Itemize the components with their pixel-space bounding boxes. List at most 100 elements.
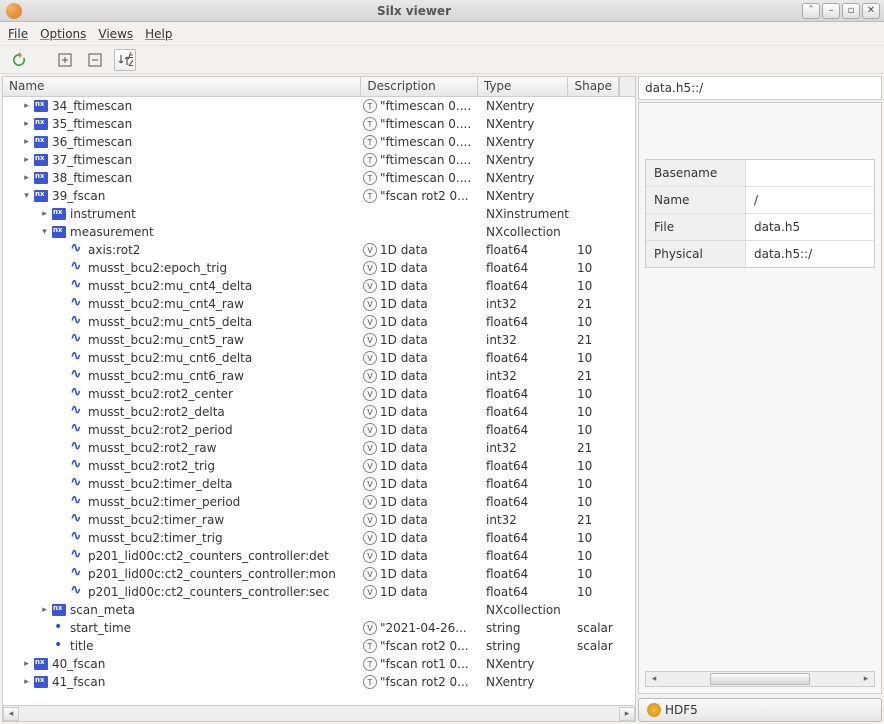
tree-row[interactable]: ▸37_ftimescanT"ftimescan 0....NXentry (3, 151, 635, 169)
hdf5-button[interactable]: HDF5 (638, 698, 882, 722)
type-text: NXentry (480, 675, 571, 689)
tree-row[interactable]: musst_bcu2:timer_deltaV1D datafloat6410 (3, 475, 635, 493)
dataset-icon (70, 550, 84, 562)
scroll-right-icon[interactable]: ▸ (619, 707, 635, 721)
tree-row[interactable]: axis:rot2V1D datafloat6410 (3, 241, 635, 259)
dataset-icon (70, 352, 84, 364)
tree-row[interactable]: musst_bcu2:epoch_trigV1D datafloat6410 (3, 259, 635, 277)
tree-row[interactable]: titleT"fscan rot2 0...stringscalar (3, 637, 635, 655)
collapse-all-button[interactable] (84, 49, 106, 71)
type-text: int32 (480, 369, 571, 383)
info-value: / (746, 187, 874, 213)
info-key: File (646, 214, 746, 240)
info-hscroll[interactable]: ◂ ▸ (645, 671, 875, 687)
tree-row[interactable]: musst_bcu2:rot2_periodV1D datafloat6410 (3, 421, 635, 439)
menu-views[interactable]: Views (98, 27, 133, 41)
expand-all-button[interactable] (54, 49, 76, 71)
menu-help[interactable]: Help (145, 27, 172, 41)
node-label: musst_bcu2:rot2_period (88, 423, 233, 437)
sort-button[interactable]: AZ (114, 49, 136, 71)
tree-row[interactable]: musst_bcu2:mu_cnt4_deltaV1D datafloat641… (3, 277, 635, 295)
type-text: NXentry (480, 657, 571, 671)
node-label: start_time (70, 621, 131, 635)
tree-hscroll[interactable]: ◂ ▸ (3, 705, 635, 721)
tree-row[interactable]: musst_bcu2:mu_cnt5_deltaV1D datafloat641… (3, 313, 635, 331)
description-text: "ftimescan 0.... (380, 153, 471, 167)
expand-icon[interactable]: ▸ (21, 659, 32, 670)
info-row: Physicaldata.h5::/ (646, 241, 874, 267)
scroll-left-icon[interactable]: ◂ (3, 707, 19, 721)
node-label: musst_bcu2:timer_raw (88, 513, 224, 527)
type-badge-icon: T (363, 171, 377, 185)
expand-icon[interactable]: ▸ (21, 101, 32, 112)
collapse-icon[interactable]: ▾ (39, 227, 50, 238)
tree-row[interactable]: ▸34_ftimescanT"ftimescan 0....NXentry (3, 97, 635, 115)
tree-row[interactable]: musst_bcu2:mu_cnt6_deltaV1D datafloat641… (3, 349, 635, 367)
tree-row[interactable]: musst_bcu2:rot2_deltaV1D datafloat6410 (3, 403, 635, 421)
description-text: "fscan rot2 0... (380, 189, 469, 203)
tree-row[interactable]: p201_lid00c:ct2_counters_controller:detV… (3, 547, 635, 565)
tree-row[interactable]: start_timeV"2021-04-26...stringscalar (3, 619, 635, 637)
description-text: 1D data (380, 315, 428, 329)
tree-row[interactable]: ▸instrumentNXinstrument (3, 205, 635, 223)
collapse-icon[interactable]: ▾ (21, 191, 32, 202)
tree-vscroll-header (619, 77, 635, 96)
tree-row[interactable]: musst_bcu2:mu_cnt5_rawV1D dataint3221 (3, 331, 635, 349)
description-text: 1D data (380, 297, 428, 311)
tree-row[interactable]: musst_bcu2:mu_cnt4_rawV1D dataint3221 (3, 295, 635, 313)
shape-text: scalar (571, 621, 635, 635)
type-text: NXentry (480, 99, 571, 113)
type-text: float64 (480, 279, 571, 293)
main: Name Description Type Shape ▸34_ftimesca… (0, 74, 884, 724)
node-label: p201_lid00c:ct2_counters_controller:mon (88, 567, 336, 581)
dataset-icon (70, 514, 84, 526)
minimize-button[interactable]: – (822, 3, 840, 19)
dataset-icon (70, 334, 84, 346)
column-description[interactable]: Description (361, 77, 478, 96)
expand-icon[interactable]: ▸ (39, 209, 50, 220)
type-badge-icon: V (363, 441, 377, 455)
node-label: musst_bcu2:timer_period (88, 495, 240, 509)
shade-button[interactable]: ˄ (802, 3, 820, 19)
tree-body[interactable]: ▸34_ftimescanT"ftimescan 0....NXentry▸35… (3, 97, 635, 705)
tree-row[interactable]: ▾39_fscanT"fscan rot2 0...NXentry (3, 187, 635, 205)
close-button[interactable]: ✕ (862, 3, 880, 19)
tree-row[interactable]: ▾measurementNXcollection (3, 223, 635, 241)
info-value: data.h5 (746, 214, 874, 240)
menu-options[interactable]: Options (40, 27, 86, 41)
expand-icon[interactable]: ▸ (21, 173, 32, 184)
column-type[interactable]: Type (478, 77, 569, 96)
dataset-icon (70, 316, 84, 328)
tree-row[interactable]: musst_bcu2:mu_cnt6_rawV1D dataint3221 (3, 367, 635, 385)
column-shape[interactable]: Shape (568, 77, 619, 96)
refresh-button[interactable] (8, 49, 30, 71)
tree-row[interactable]: musst_bcu2:rot2_trigV1D datafloat6410 (3, 457, 635, 475)
type-badge-icon: T (363, 153, 377, 167)
tree-row[interactable]: musst_bcu2:rot2_rawV1D dataint3221 (3, 439, 635, 457)
menu-file[interactable]: File (8, 27, 28, 41)
expand-icon[interactable]: ▸ (21, 119, 32, 130)
tree-row[interactable]: ▸36_ftimescanT"ftimescan 0....NXentry (3, 133, 635, 151)
expand-icon[interactable]: ▸ (21, 677, 32, 688)
description-text: "2021-04-26... (380, 621, 467, 635)
tree-row[interactable]: musst_bcu2:rot2_centerV1D datafloat6410 (3, 385, 635, 403)
expand-icon[interactable]: ▸ (21, 155, 32, 166)
tree-row[interactable]: ▸41_fscanT"fscan rot2 0...NXentry (3, 673, 635, 691)
tree-row[interactable]: ▸scan_metaNXcollection (3, 601, 635, 619)
tree-row[interactable]: ▸40_fscanT"fscan rot1 0...NXentry (3, 655, 635, 673)
expand-icon[interactable]: ▸ (21, 137, 32, 148)
tree-row[interactable]: p201_lid00c:ct2_counters_controller:monV… (3, 565, 635, 583)
tree-row[interactable]: musst_bcu2:timer_trigV1D datafloat6410 (3, 529, 635, 547)
tree-row[interactable]: p201_lid00c:ct2_counters_controller:secV… (3, 583, 635, 601)
column-name[interactable]: Name (3, 77, 361, 96)
tree-row[interactable]: ▸35_ftimescanT"ftimescan 0....NXentry (3, 115, 635, 133)
nx-group-icon (34, 676, 48, 688)
dataset-icon (70, 424, 84, 436)
description-text: 1D data (380, 459, 428, 473)
tree-row[interactable]: musst_bcu2:timer_periodV1D datafloat6410 (3, 493, 635, 511)
maximize-button[interactable]: ▫ (842, 3, 860, 19)
node-label: musst_bcu2:mu_cnt4_delta (88, 279, 252, 293)
tree-row[interactable]: ▸38_ftimescanT"ftimescan 0....NXentry (3, 169, 635, 187)
expand-icon[interactable]: ▸ (39, 605, 50, 616)
tree-row[interactable]: musst_bcu2:timer_rawV1D dataint3221 (3, 511, 635, 529)
